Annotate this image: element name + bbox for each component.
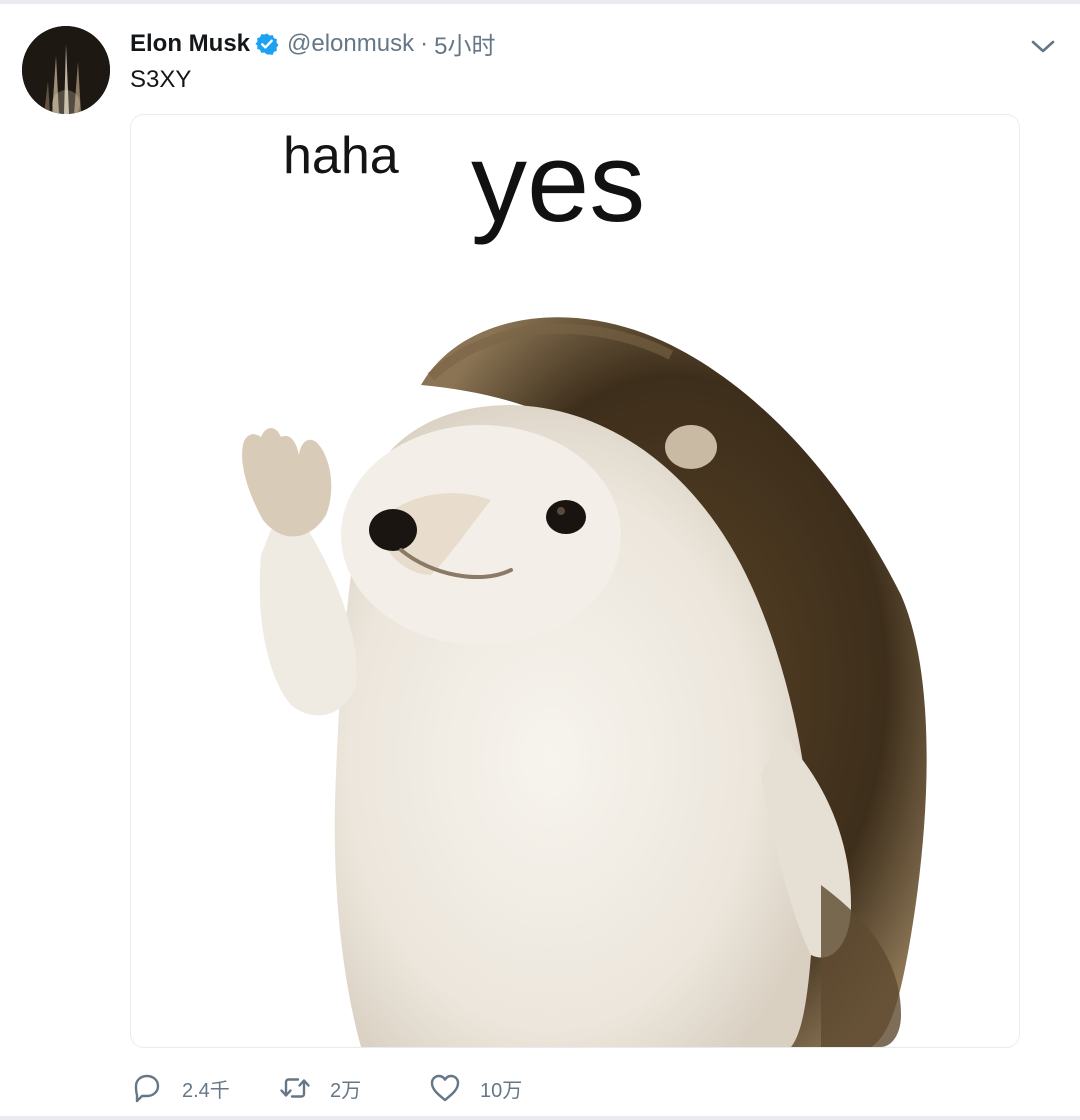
tweet-actions: 2.4千 2万 10万: [130, 1068, 588, 1108]
avatar-image: [22, 26, 110, 114]
caption-yes: yes: [471, 120, 645, 245]
retweet-count: 2万: [330, 1079, 362, 1102]
tweet-media[interactable]: haha yes: [130, 114, 1020, 1048]
retweet-button[interactable]: 2万: [278, 1071, 428, 1105]
author-handle[interactable]: @elonmusk: [287, 30, 414, 58]
avatar[interactable]: [22, 26, 110, 114]
chevron-down-icon[interactable]: [1028, 34, 1058, 58]
like-button[interactable]: 10万: [428, 1071, 588, 1105]
reply-count: 2.4千: [182, 1079, 230, 1102]
meme-image: haha yes: [131, 115, 1019, 1047]
tweet-text: S3XY: [130, 66, 192, 93]
tweet-timestamp[interactable]: 5小时: [434, 26, 495, 61]
retweet-icon: [278, 1071, 312, 1105]
heart-icon: [428, 1071, 462, 1105]
caption-haha: haha: [283, 127, 399, 185]
verified-badge-icon: [255, 32, 279, 56]
like-count: 10万: [480, 1079, 523, 1102]
author-name[interactable]: Elon Musk: [130, 30, 250, 58]
tweet-header: Elon Musk @elonmusk · 5小时: [130, 26, 495, 61]
tweet-card[interactable]: Elon Musk @elonmusk · 5小时 S3XY haha yes …: [0, 4, 1080, 1116]
meta-separator: ·: [420, 29, 429, 57]
reply-icon: [130, 1071, 164, 1105]
reply-button[interactable]: 2.4千: [130, 1071, 278, 1105]
